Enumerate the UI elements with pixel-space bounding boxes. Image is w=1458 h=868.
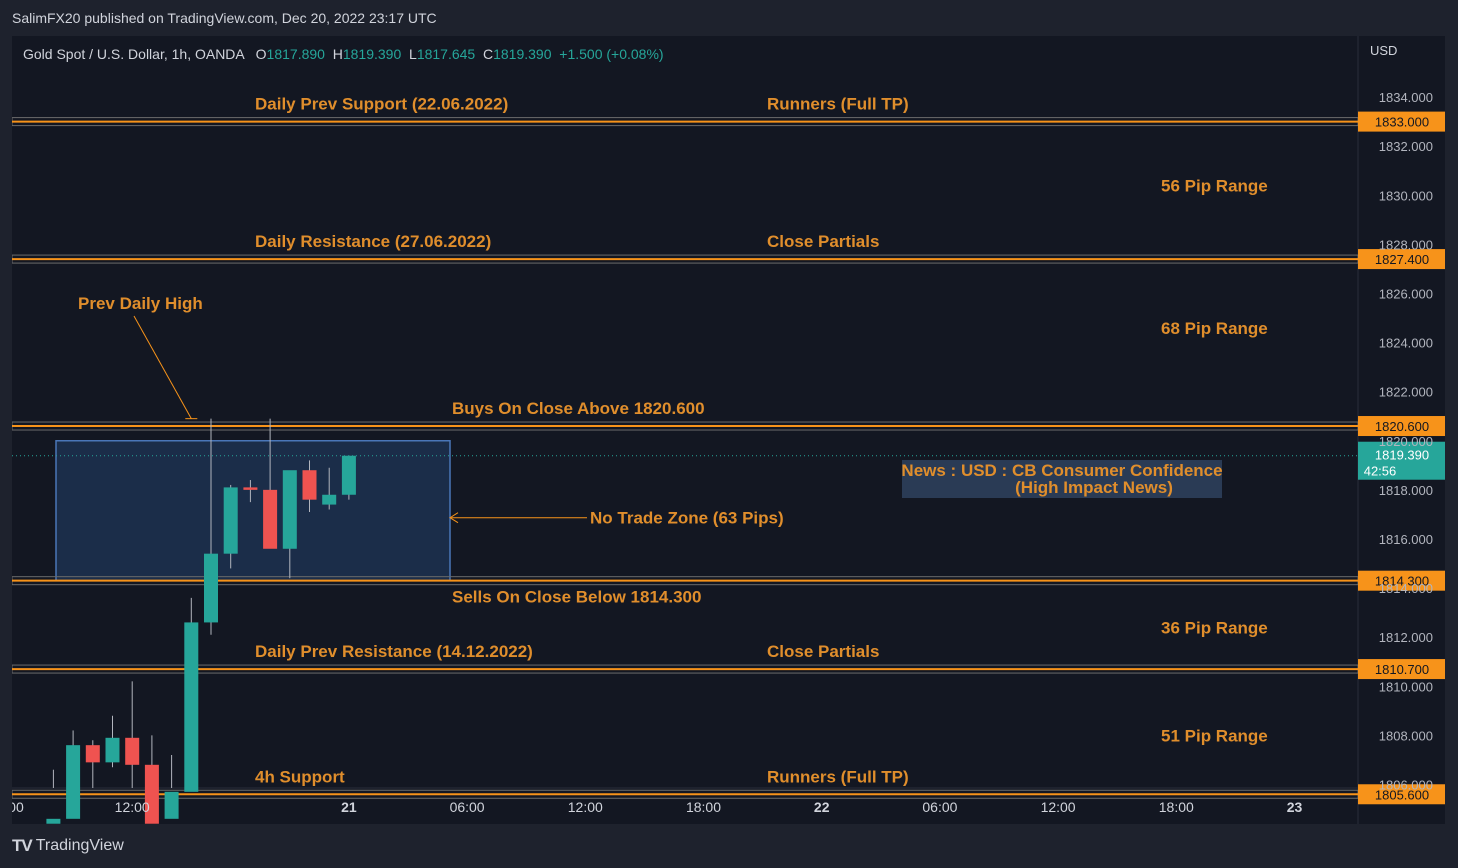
level-left-label: 4h Support [255, 767, 345, 786]
legend-h-value: 1819.390 [343, 46, 409, 62]
candle [341, 455, 356, 500]
y-tick-label: 1824.000 [1379, 336, 1433, 351]
pip-range-label: 68 Pip Range [1161, 319, 1268, 338]
candle [66, 730, 81, 819]
no-trade-zone-label: No Trade Zone (63 Pips) [590, 509, 784, 528]
y-tick-label: 1830.000 [1379, 188, 1433, 203]
price-chart[interactable]: No Trade Zone (63 Pips) 1833.000 Daily Pr… [4, 36, 1446, 824]
candle-body [184, 622, 199, 792]
legend-layer: Gold Spot / U.S. Dollar, 1h, OANDA O1817… [23, 46, 664, 62]
y-tick-label: 1832.000 [1379, 139, 1433, 154]
candle-body [263, 489, 278, 549]
candle-body [282, 470, 297, 549]
candle-body [223, 487, 238, 554]
candle [85, 740, 100, 788]
current-price-label: 1819.390 [1375, 448, 1429, 463]
legend-o-label: O [256, 46, 267, 62]
x-tick-label: 12:00 [568, 799, 603, 815]
candle-body [164, 791, 179, 819]
level-mid-label: Runners (Full TP) [767, 767, 909, 786]
level-price-label: 1820.600 [1375, 419, 1429, 434]
zone-layer: No Trade Zone (63 Pips) [55, 440, 784, 582]
x-tick-label: 12:00 [1041, 799, 1076, 815]
level-mid-label: Runners (Full TP) [767, 95, 909, 114]
published-info: SalimFX20 published on TradingView.com, … [12, 10, 437, 26]
candle [164, 754, 179, 819]
prev-daily-high-label: Prev Daily High [78, 294, 203, 313]
candle-body [341, 455, 356, 495]
candle-body [243, 487, 258, 490]
pip-range-label: 36 Pip Range [1161, 618, 1268, 637]
y-tick-label: 1806.000 [1379, 777, 1433, 792]
level-mid-label: Sells On Close Below 1814.300 [452, 588, 701, 607]
legend-c-value: 1819.390 [493, 46, 559, 62]
candle-body [302, 470, 317, 500]
chart-frame[interactable]: No Trade Zone (63 Pips) 1833.000 Daily Pr… [4, 36, 1446, 824]
level-left-label: Daily Resistance (27.06.2022) [255, 232, 491, 251]
level-price-label: 1833.000 [1375, 115, 1429, 130]
candle-body [105, 737, 120, 763]
x-tick-label: 18:00 [686, 799, 721, 815]
y-tick-label: 1822.000 [1379, 385, 1433, 400]
y-tick-label: 1826.000 [1379, 286, 1433, 301]
y-tick-label: 1812.000 [1379, 630, 1433, 645]
tv-logo-icon: TV [12, 836, 33, 855]
y-tick-label: 1814.000 [1379, 581, 1433, 596]
candle [105, 715, 120, 768]
level-left-label: Daily Prev Resistance (14.12.2022) [255, 642, 533, 661]
x-tick-label: 12:00 [115, 799, 150, 815]
pip-range-label: 56 Pip Range [1161, 176, 1268, 195]
level-left-label: Daily Prev Support (22.06.2022) [255, 95, 508, 114]
candle-body [322, 494, 337, 505]
candle-body [66, 745, 81, 819]
ohlc-legend: Gold Spot / U.S. Dollar, 1h, OANDA O1817… [23, 46, 664, 62]
y-tick-label: 1816.000 [1379, 532, 1433, 547]
y-tick-label: 1820.000 [1379, 434, 1433, 449]
legend-o-value: 1817.890 [267, 46, 333, 62]
news-line-2: (High Impact News) [1015, 478, 1173, 497]
x-tick-label: 06:00 [922, 799, 957, 815]
level-mid-label: Close Partials [767, 232, 879, 251]
pip-range-label: 51 Pip Range [1161, 726, 1268, 745]
x-tick-label: 23 [1287, 799, 1303, 815]
y-tick-label: 1834.000 [1379, 90, 1433, 105]
currency-label: USD [1370, 43, 1397, 58]
y-tick-label: 1808.000 [1379, 728, 1433, 743]
level-price-label: 1827.400 [1375, 252, 1429, 267]
candle [184, 597, 199, 792]
candle-body [125, 737, 140, 765]
candle [46, 769, 61, 824]
x-tick-label: 06:00 [450, 799, 485, 815]
x-tick-label: 18:00 [1159, 799, 1194, 815]
candle-body [46, 818, 61, 824]
x-tick-label: 22 [814, 799, 830, 815]
legend-h-label: H [333, 46, 343, 62]
level-mid-label: Buys On Close Above 1820.600 [452, 399, 705, 418]
legend-l-label: L [409, 46, 417, 62]
axis-layer: USD 1834.000 1832.000 1830.000 1828.000 1826.… [4, 43, 1433, 815]
y-tick-label: 1818.000 [1379, 483, 1433, 498]
candle [125, 681, 140, 788]
no-trade-zone-box [55, 440, 451, 582]
legend-change: +1.500 (+0.08%) [559, 46, 663, 62]
candle-body [204, 553, 218, 623]
legend-c-label: C [483, 46, 493, 62]
x-tick-label: 21 [341, 799, 357, 815]
y-tick-label: 1828.000 [1379, 237, 1433, 252]
y-tick-label: 1810.000 [1379, 679, 1433, 694]
brand-name: TradingView [35, 837, 124, 854]
tradingview-logo[interactable]: TV TradingView [12, 836, 124, 856]
x-tick-label: :00 [12, 799, 24, 815]
legend-l-value: 1817.645 [417, 46, 483, 62]
prev-daily-high-pointer [133, 315, 192, 419]
level-price-label: 1810.700 [1375, 662, 1429, 677]
legend-symbol: Gold Spot / U.S. Dollar, 1h, OANDA [23, 46, 256, 62]
level-mid-label: Close Partials [767, 642, 879, 661]
candle-body [85, 745, 100, 763]
countdown-label: 42:56 [1364, 464, 1397, 479]
